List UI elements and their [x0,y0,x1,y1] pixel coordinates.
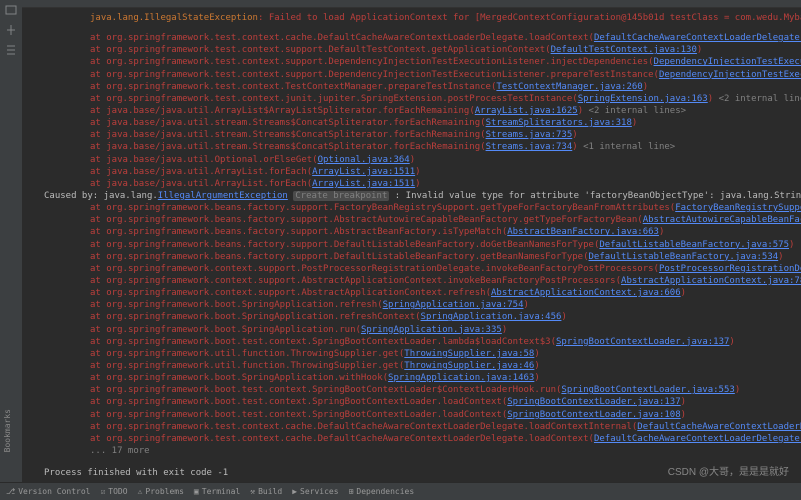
stack-frame: at org.springframework.context.support.A… [90,275,793,287]
commit-icon[interactable] [5,24,17,36]
source-link[interactable]: SpringExtension.java:163 [578,94,708,104]
source-link[interactable]: PostProcessorRegistrationDelegate.java:1… [659,264,801,274]
stack-frame: at org.springframework.util.function.Thr… [90,348,793,360]
stack-frame: at org.springframework.boot.SpringApplic… [90,324,793,336]
source-link[interactable]: SpringBootContextLoader.java:553 [561,385,734,395]
source-link[interactable]: ThrowingSupplier.java:46 [404,361,534,371]
source-link[interactable]: DefaultListableBeanFactory.java:575 [599,240,789,250]
stack-frame: at org.springframework.test.context.cach… [90,32,793,44]
stack-frame: at org.springframework.test.context.supp… [90,56,793,68]
top-tab-strip [22,0,801,8]
stack-frame: at java.base/java.util.ArrayList$ArrayLi… [90,105,793,117]
stack-frame: at java.base/java.util.stream.Streams$Co… [90,129,793,141]
source-link[interactable]: Optional.java:364 [318,155,410,165]
left-tool-gutter: Bookmarks [0,0,22,482]
structure-icon[interactable] [5,44,17,56]
console-output[interactable]: java.lang.IllegalStateException: Failed … [22,8,801,482]
stack-frame: at org.springframework.test.context.supp… [90,69,793,81]
source-link[interactable]: SpringApplication.java:754 [383,300,524,310]
source-link[interactable]: Streams.java:734 [486,142,573,152]
stack-frame: at org.springframework.test.context.juni… [90,93,793,105]
source-link[interactable]: ArrayList.java:1625 [475,106,578,116]
source-link[interactable]: SpringBootContextLoader.java:108 [507,410,680,420]
source-link[interactable]: Streams.java:735 [486,130,573,140]
source-link[interactable]: TestContextManager.java:260 [496,82,642,92]
source-link[interactable]: SpringApplication.java:335 [361,325,502,335]
source-link[interactable]: DefaultListableBeanFactory.java:534 [589,252,779,262]
status-problems[interactable]: ⚠Problems [138,487,184,496]
exception-class: java.lang.IllegalStateException [90,13,258,23]
source-link[interactable]: AbstractApplicationContext.java:606 [491,288,681,298]
stack-frame: at org.springframework.boot.test.context… [90,336,793,348]
source-link[interactable]: DefaultCacheAwareContextLoaderDelegate.j… [637,422,801,432]
source-link[interactable]: DefaultTestContext.java:130 [551,45,697,55]
stack-frame: at org.springframework.beans.factory.sup… [90,226,793,238]
stack-frame: at org.springframework.boot.test.context… [90,384,793,396]
source-link[interactable]: SpringBootContextLoader.java:137 [507,397,680,407]
source-link[interactable]: DependencyInjectionTestExecutionListener… [659,70,801,80]
stack-frame: at java.base/java.util.Optional.orElseGe… [90,154,793,166]
source-link[interactable]: SpringApplication.java:1463 [388,373,534,383]
stack-frame: at org.springframework.boot.SpringApplic… [90,311,793,323]
stack-frame: at org.springframework.util.function.Thr… [90,360,793,372]
source-link[interactable]: SpringBootContextLoader.java:137 [556,337,729,347]
status-todo[interactable]: ☑TODO [100,487,127,496]
source-link[interactable]: FactoryBeanRegistrySupport.java:86 [675,203,801,213]
status-terminal[interactable]: ▣Terminal [194,487,240,496]
source-link[interactable]: ArrayList.java:1511 [312,167,415,177]
stack-frame: at org.springframework.beans.factory.sup… [90,202,793,214]
caused-by-exception-link[interactable]: IllegalArgumentException [158,191,288,201]
source-link[interactable]: DefaultCacheAwareContextLoaderDelegate.j… [594,434,801,444]
status-services[interactable]: ▶Services [292,487,338,496]
exception-message: : Failed to load ApplicationContext for … [258,13,801,23]
source-link[interactable]: DependencyInjectionTestExecutionListener… [654,57,801,67]
source-link[interactable]: ArrayList.java:1511 [312,179,415,189]
stack-frame: at org.springframework.boot.SpringApplic… [90,299,793,311]
stack-frame: at org.springframework.test.context.cach… [90,421,793,433]
caused-by-line: Caused by: java.lang.IllegalArgumentExce… [44,190,793,202]
source-link[interactable]: DefaultCacheAwareContextLoaderDelegate.j… [594,33,801,43]
source-link[interactable]: AbstractAutowireCapableBeanFactory.java:… [643,215,801,225]
status-dependencies[interactable]: ⊞Dependencies [349,487,415,496]
watermark: CSDN @大哥，是是是就好 [668,463,789,478]
status-bar: ⎇Version Control ☑TODO ⚠Problems ▣Termin… [0,482,801,500]
stack-frame: at org.springframework.boot.test.context… [90,396,793,408]
source-link[interactable]: AbstractBeanFactory.java:663 [507,227,659,237]
stack-frame: at org.springframework.test.context.supp… [90,44,793,56]
stack-frame: at org.springframework.context.support.A… [90,287,793,299]
stack-frame: at java.base/java.util.stream.Streams$Co… [90,117,793,129]
more-frames: ... 17 more [90,445,793,457]
source-link[interactable]: ThrowingSupplier.java:58 [404,349,534,359]
stack-frame: at org.springframework.boot.SpringApplic… [90,372,793,384]
stack-frame: at org.springframework.beans.factory.sup… [90,251,793,263]
source-link[interactable]: AbstractApplicationContext.java:788 [621,276,801,286]
stack-frame: at java.base/java.util.ArrayList.forEach… [90,178,793,190]
stack-frame: at org.springframework.test.context.cach… [90,433,793,445]
stack-frame: at org.springframework.beans.factory.sup… [90,239,793,251]
stack-frame: at org.springframework.beans.factory.sup… [90,214,793,226]
side-label-bookmarks[interactable]: Bookmarks [3,409,12,452]
stack-frame: at org.springframework.context.support.P… [90,263,793,275]
stack-frame: at java.base/java.util.stream.Streams$Co… [90,141,793,153]
exception-header: java.lang.IllegalStateException: Failed … [90,12,793,24]
status-version-control[interactable]: ⎇Version Control [6,487,90,496]
project-icon[interactable] [5,4,17,16]
stack-frame: at java.base/java.util.ArrayList.forEach… [90,166,793,178]
stack-frame: at org.springframework.boot.test.context… [90,409,793,421]
status-build[interactable]: ⚒Build [250,487,282,496]
create-breakpoint-hint[interactable]: Create breakpoint [293,191,389,201]
stack-frame: at org.springframework.test.context.Test… [90,81,793,93]
source-link[interactable]: SpringApplication.java:456 [421,312,562,322]
source-link[interactable]: StreamSpliterators.java:318 [486,118,632,128]
